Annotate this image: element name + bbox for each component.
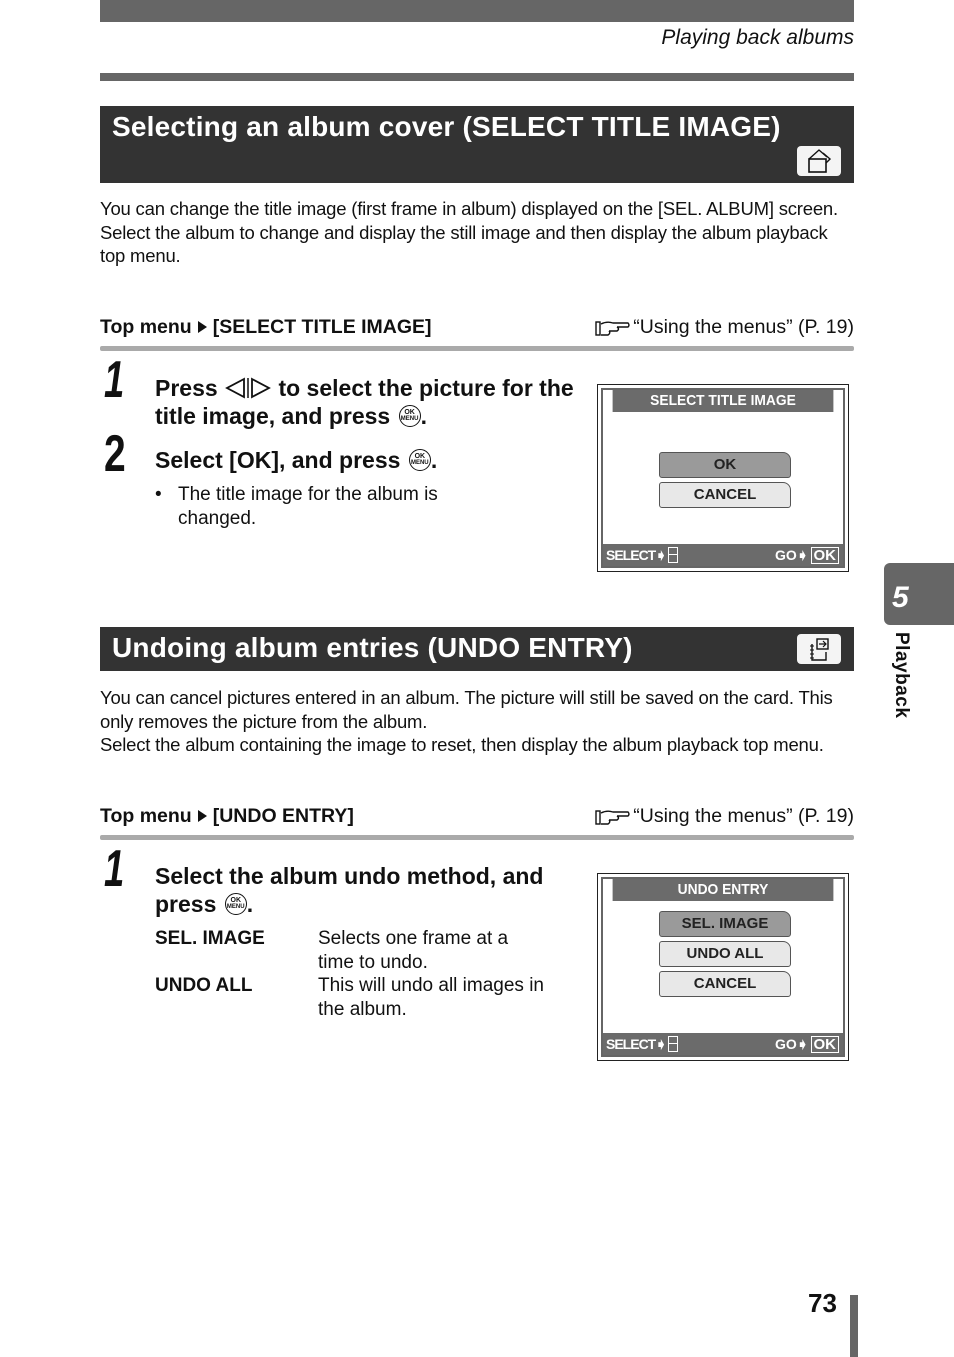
step-text: to select the picture for the title imag… bbox=[155, 375, 574, 429]
section-heading-undo-entry: Undoing album entries (UNDO ENTRY) bbox=[100, 627, 854, 671]
option-cancel[interactable]: CANCEL bbox=[659, 482, 791, 508]
intro-paragraph: Select the album containing the image to… bbox=[100, 734, 824, 755]
page-number: 73 bbox=[808, 1288, 837, 1318]
menu-path: Top menu [UNDO ENTRY] bbox=[100, 805, 354, 828]
section-title: Selecting an album cover (SELECT TITLE I… bbox=[112, 111, 781, 142]
section-heading-select-title-image: Selecting an album cover (SELECT TITLE I… bbox=[100, 106, 854, 183]
ok-icon: OK bbox=[810, 1036, 839, 1053]
step-text: Press bbox=[155, 375, 218, 401]
screen-footer: SELECT➧ GO➧ OK bbox=[603, 1033, 843, 1055]
section-intro: You can cancel pictures entered in an al… bbox=[100, 686, 854, 757]
reference-text: “Using the menus” (P. 19) bbox=[633, 316, 854, 338]
step-text: Select the album undo method, and press bbox=[155, 863, 544, 917]
page-edge-bar bbox=[850, 1295, 858, 1357]
menu-item: [SELECT TITLE IMAGE] bbox=[212, 316, 432, 338]
ok-icon: OK bbox=[810, 547, 839, 564]
pointing-hand-icon bbox=[595, 810, 630, 825]
option-undo-all[interactable]: UNDO ALL bbox=[659, 941, 791, 967]
menu-path: Top menu [SELECT TITLE IMAGE] bbox=[100, 316, 432, 339]
footer-go-label: GO bbox=[774, 547, 797, 563]
select-title-image-icon bbox=[797, 146, 841, 176]
intro-paragraph: You can change the title image (first fr… bbox=[100, 198, 838, 219]
up-down-icon bbox=[667, 547, 678, 563]
bullet-text: The title image for the album is changed… bbox=[178, 484, 438, 529]
step-2-text: Select [OK], and press OK MENU. bbox=[155, 447, 438, 473]
intro-paragraph: Select the album to change and display t… bbox=[100, 221, 828, 267]
section-title: Undoing album entries (UNDO ENTRY) bbox=[112, 632, 633, 663]
chapter-number: 5 bbox=[892, 581, 909, 614]
step-text: Select [OK], and press bbox=[155, 447, 401, 473]
definition-desc: This will undo all images in the album. bbox=[318, 975, 544, 1020]
bullet-item: • The title image for the album is chang… bbox=[155, 483, 475, 530]
screen-title: SELECT TITLE IMAGE bbox=[612, 390, 834, 412]
option-sel-image[interactable]: SEL. IMAGE bbox=[659, 911, 791, 937]
chapter-label: Playback bbox=[891, 632, 912, 719]
option-ok[interactable]: OK bbox=[659, 452, 791, 478]
step-number: 2 bbox=[104, 425, 126, 483]
camera-screen-undo-entry: UNDO ENTRY SEL. IMAGE UNDO ALL CANCEL SE… bbox=[597, 873, 849, 1061]
definition-term: SEL. IMAGE bbox=[155, 928, 265, 949]
step-1-text: Press to select the picture for the titl… bbox=[155, 375, 574, 429]
ok-menu-button-icon: OK MENU bbox=[408, 449, 431, 471]
option-cancel[interactable]: CANCEL bbox=[659, 971, 791, 997]
divider bbox=[100, 346, 854, 351]
reference-text: “Using the menus” (P. 19) bbox=[633, 805, 854, 827]
chapter-tab[interactable]: 5 bbox=[884, 563, 954, 625]
pointing-hand-icon bbox=[595, 321, 630, 336]
menu-reference[interactable]: “Using the menus” (P. 19) bbox=[595, 805, 854, 828]
menu-prefix: Top menu bbox=[100, 316, 192, 338]
intro-paragraph: You can cancel pictures entered in an al… bbox=[100, 687, 833, 732]
triangle-right-icon bbox=[197, 810, 207, 823]
divider bbox=[100, 835, 854, 840]
arrow-icon: ➧ bbox=[796, 547, 809, 563]
definition-list: SEL. IMAGE Selects one frame at a time t… bbox=[155, 927, 575, 1027]
arrow-icon: ➧ bbox=[655, 1036, 667, 1052]
ok-menu-button-icon: OK MENU bbox=[398, 405, 421, 427]
screen-title: UNDO ENTRY bbox=[612, 879, 834, 901]
header-rule bbox=[100, 73, 854, 81]
footer-select-label: SELECT bbox=[606, 547, 656, 563]
undo-entry-icon bbox=[797, 634, 841, 664]
arrow-icon: ➧ bbox=[796, 1036, 809, 1052]
top-menu-path: Top menu [UNDO ENTRY] “Using the menus” (… bbox=[100, 805, 854, 831]
header-bar bbox=[100, 0, 854, 22]
definition-desc: Selects one frame at a time to undo. bbox=[318, 928, 509, 973]
bullet-icon: • bbox=[155, 484, 162, 505]
step-number: 1 bbox=[104, 351, 125, 409]
menu-prefix: Top menu bbox=[100, 805, 192, 827]
menu-item: [UNDO ENTRY] bbox=[212, 805, 354, 827]
camera-screen-select-title-image: SELECT TITLE IMAGE OK CANCEL SELECT➧ GO➧… bbox=[597, 384, 849, 572]
screen-footer: SELECT➧ GO➧ OK bbox=[603, 544, 843, 566]
definition-term: UNDO ALL bbox=[155, 975, 253, 996]
top-menu-path: Top menu [SELECT TITLE IMAGE] “Using the … bbox=[100, 316, 854, 342]
footer-select-label: SELECT bbox=[606, 1036, 656, 1052]
arrow-icon: ➧ bbox=[655, 547, 667, 563]
step-number: 1 bbox=[104, 840, 125, 898]
menu-reference[interactable]: “Using the menus” (P. 19) bbox=[595, 316, 854, 339]
ok-menu-button-icon: OK MENU bbox=[224, 893, 247, 915]
section-intro: You can change the title image (first fr… bbox=[100, 197, 854, 268]
up-down-icon bbox=[667, 1036, 678, 1052]
left-right-arrows-icon bbox=[225, 377, 271, 399]
triangle-right-icon bbox=[197, 321, 207, 334]
step-1-text: Select the album undo method, and press … bbox=[155, 863, 544, 917]
running-title: Playing back albums bbox=[661, 26, 854, 49]
footer-go-label: GO bbox=[774, 1036, 797, 1052]
